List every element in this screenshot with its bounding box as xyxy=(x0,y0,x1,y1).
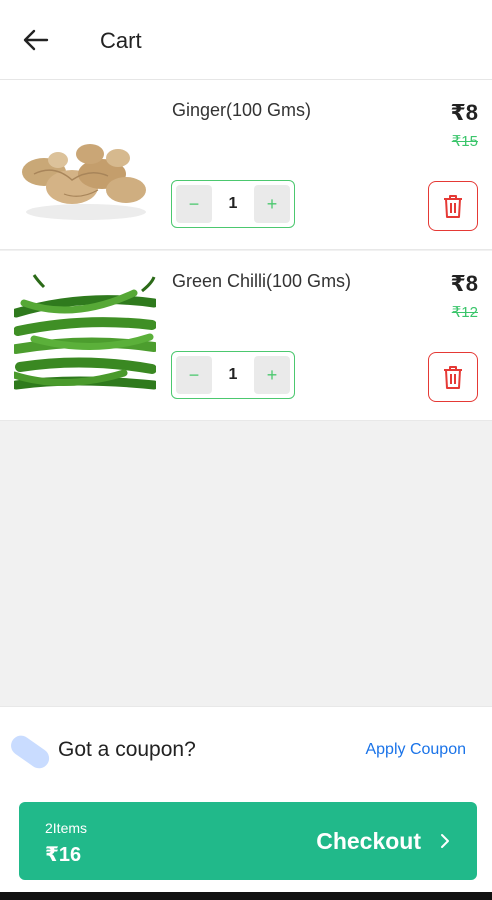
quantity-value: 1 xyxy=(228,195,238,212)
checkout-label: Checkout xyxy=(316,828,421,854)
decrement-button[interactable]: − xyxy=(176,185,212,223)
product-name: Green Chilli(100 Gms) xyxy=(172,271,352,291)
product-name: Ginger(100 Gms) xyxy=(172,100,312,120)
page-title: Cart xyxy=(100,28,142,53)
quantity-stepper: − 1 + xyxy=(171,180,295,228)
product-price: ₹8 xyxy=(450,271,478,296)
chevron-right-icon xyxy=(441,834,449,848)
item-count: 2Items xyxy=(45,820,88,836)
delete-item-button[interactable] xyxy=(428,181,478,231)
cart-item: Ginger(100 Gms) ₹8 ₹15 − 1 + xyxy=(0,80,492,250)
product-mrp: ₹15 xyxy=(451,133,478,150)
trash-icon xyxy=(444,366,462,389)
green-chilli-image xyxy=(14,273,156,399)
arrow-left-icon xyxy=(23,29,49,51)
product-price: ₹8 xyxy=(450,100,478,125)
coupon-prompt: Got a coupon? xyxy=(58,738,196,761)
apply-coupon-link[interactable]: Apply Coupon xyxy=(365,741,466,759)
cart-total: ₹16 xyxy=(45,844,82,866)
system-nav-strip xyxy=(0,892,492,900)
increment-button[interactable]: + xyxy=(254,356,290,394)
checkout-footer: 2Items ₹16 Checkout xyxy=(0,790,492,892)
delete-item-button[interactable] xyxy=(428,352,478,402)
checkout-button[interactable]: 2Items ₹16 Checkout xyxy=(19,802,477,880)
app-header: Cart xyxy=(0,0,492,80)
increment-button[interactable]: + xyxy=(254,185,290,223)
decrement-button[interactable]: − xyxy=(176,356,212,394)
cart-item: Green Chilli(100 Gms) ₹8 ₹12 − 1 + xyxy=(0,251,492,421)
trash-icon xyxy=(444,195,462,218)
quantity-value: 1 xyxy=(228,366,238,383)
product-mrp: ₹12 xyxy=(451,304,478,321)
coupon-tag-icon xyxy=(11,735,50,769)
ginger-image xyxy=(14,102,156,228)
quantity-stepper: − 1 + xyxy=(171,351,295,399)
coupon-bar: Got a coupon? Apply Coupon xyxy=(0,706,492,790)
back-button[interactable] xyxy=(18,24,54,56)
